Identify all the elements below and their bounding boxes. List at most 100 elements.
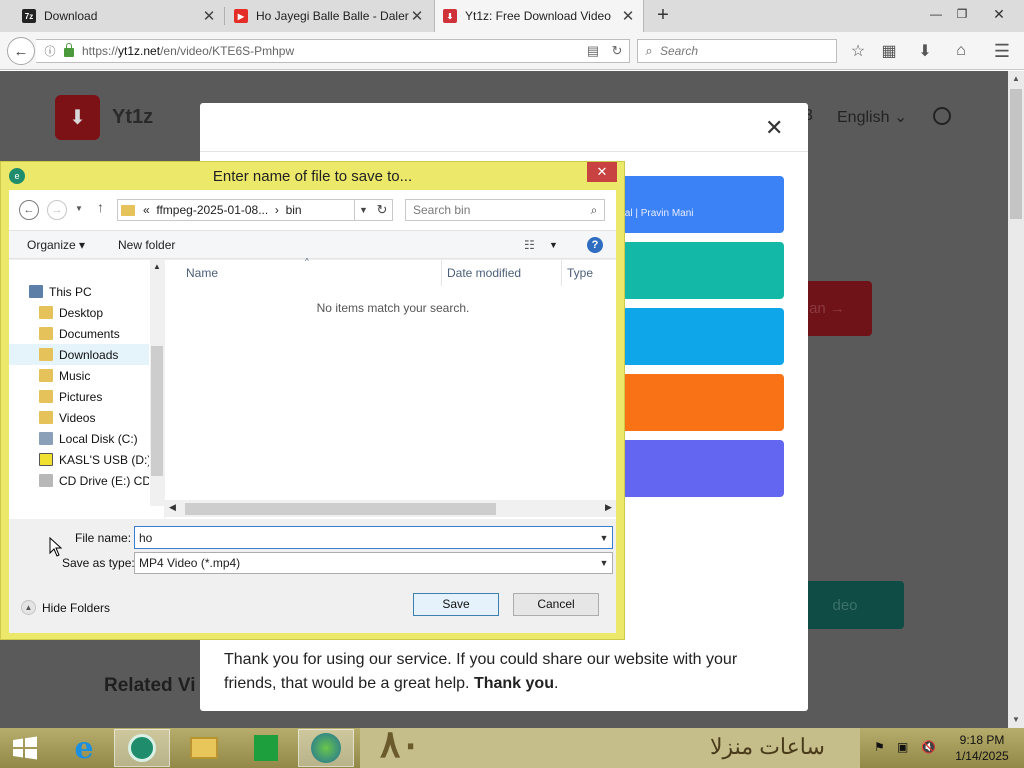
download-option-button-5[interactable] [600, 440, 784, 497]
nav-item-music[interactable]: Music [9, 365, 149, 386]
download-option-button-2[interactable] [600, 242, 784, 299]
navigation-bar: ← ⓘ https://yt1z.net/en/video/KTE6S-Pmhp… [0, 32, 1024, 70]
horizontal-scrollbar[interactable]: ◀ ▶ [165, 500, 616, 517]
scroll-up-icon[interactable]: ▲ [1008, 71, 1024, 87]
clock-time: 9:18 PM [959, 733, 1005, 747]
address-bar[interactable]: ⓘ https://yt1z.net/en/video/KTE6S-Pmhpw … [36, 39, 630, 63]
recent-locations-icon[interactable]: ▼ [75, 204, 83, 213]
scroll-left-icon[interactable]: ◀ [169, 502, 176, 513]
column-header-date-modified[interactable]: Date modified [447, 266, 521, 280]
organize-menu[interactable]: Organize ▾ [27, 238, 85, 252]
youtube-icon: ▶ [234, 9, 248, 23]
system-clock[interactable]: 9:18 PM 1/14/2025 [948, 732, 1016, 764]
dialog-titlebar[interactable]: e Enter name of file to save to... ✕ [1, 162, 624, 190]
browser-app-icon [128, 734, 156, 762]
nav-item-desktop[interactable]: Desktop [9, 302, 149, 323]
nav-pane-scrollbar[interactable]: ▲ [150, 260, 164, 506]
help-icon[interactable]: ? [587, 237, 603, 253]
view-options-icon[interactable]: ☷ [524, 238, 535, 252]
browser-taskbar-button[interactable] [114, 729, 170, 767]
maximize-button[interactable]: ❐ [947, 0, 977, 28]
view-dropdown-icon[interactable]: ▼ [549, 240, 558, 250]
back-button[interactable]: ← [7, 37, 35, 65]
nav-item-pictures[interactable]: Pictures [9, 386, 149, 407]
close-window-button[interactable]: ✕ [984, 0, 1014, 28]
save-type-select[interactable]: MP4 Video (*.mp4) ▼ [134, 552, 613, 574]
modal-close-icon[interactable]: ✕ [765, 115, 783, 141]
nav-item-usb-drive[interactable]: KASL'S USB (D:) [9, 449, 149, 470]
home-icon[interactable]: ⌂ [950, 40, 972, 62]
dialog-title: Enter name of file to save to... [212, 168, 413, 185]
browser-search-input[interactable]: ⌕ Search [637, 39, 837, 63]
nav-item-videos[interactable]: Videos [9, 407, 149, 428]
close-tab-icon[interactable]: ✕ [621, 7, 635, 25]
info-icon[interactable]: ⓘ [42, 43, 58, 59]
navigation-pane: This PC Desktop Documents Downloads Musi… [9, 260, 164, 519]
nav-item-cd-drive[interactable]: CD Drive (E:) CDF [9, 470, 149, 491]
action-center-flag-icon[interactable]: ⚑ [874, 740, 885, 754]
page-scrollbar[interactable]: ▲ ▼ [1008, 71, 1024, 728]
network-icon[interactable]: ▣ [897, 740, 908, 754]
sort-ascending-icon: ^ [305, 257, 309, 266]
tab-youtube[interactable]: ▶ Ho Jayegi Balle Balle - Daler ✕ [226, 0, 432, 32]
breadcrumb[interactable]: « ffmpeg-2025-01-08... › bin ▼ ↻ [117, 199, 393, 221]
nav-item-downloads[interactable]: Downloads [9, 344, 149, 365]
new-folder-button[interactable]: New folder [118, 238, 175, 252]
column-header-name[interactable]: Name [186, 266, 218, 280]
cancel-button[interactable]: Cancel [513, 593, 599, 616]
scroll-down-icon[interactable]: ▼ [1008, 712, 1024, 728]
menu-icon[interactable]: ☰ [991, 40, 1013, 62]
site-name[interactable]: Yt1z [112, 106, 153, 129]
refresh-icon[interactable]: ↻ [372, 202, 392, 218]
nav-item-local-disk[interactable]: Local Disk (C:) [9, 428, 149, 449]
chevron-down-icon[interactable]: ▼ [596, 533, 612, 543]
nav-item-this-pc[interactable]: This PC [9, 281, 149, 302]
site-logo-icon[interactable]: ⬇ [55, 95, 100, 140]
drive-icon [39, 432, 53, 445]
tab-bar: 7z Download ✕ ▶ Ho Jayegi Balle Balle - … [0, 0, 1024, 32]
close-tab-icon[interactable]: ✕ [410, 7, 424, 25]
new-tab-button[interactable]: + [652, 4, 674, 26]
url-text[interactable]: https://yt1z.net/en/video/KTE6S-Pmhpw [82, 44, 581, 58]
dialog-close-button[interactable]: ✕ [587, 162, 617, 182]
breadcrumb-folder[interactable]: ffmpeg-2025-01-08... [156, 203, 268, 217]
dialog-search-input[interactable]: Search bin ⌕ [405, 199, 605, 221]
store-button[interactable] [238, 729, 294, 767]
bookmark-star-icon[interactable]: ☆ [847, 40, 869, 62]
tab-yt1z[interactable]: ⬇ Yt1z: Free Download Video ✕ [434, 0, 644, 32]
reload-icon[interactable]: ↻ [605, 43, 629, 59]
folder-icon [39, 327, 53, 340]
hide-folders-button[interactable]: ▲ Hide Folders [21, 600, 110, 615]
column-header-type[interactable]: Type [567, 266, 593, 280]
close-tab-icon[interactable]: ✕ [202, 7, 216, 25]
forward-arrow-icon[interactable]: → [47, 200, 67, 220]
volume-muted-icon[interactable]: 🔇 [921, 740, 936, 754]
file-explorer-button[interactable] [176, 729, 232, 767]
usb-drive-icon [39, 453, 53, 466]
empty-message: No items match your search. [316, 301, 470, 315]
breadcrumb-current[interactable]: bin [286, 203, 302, 217]
reader-view-icon[interactable]: ▤ [581, 43, 605, 59]
download-option-button-4[interactable] [600, 374, 784, 431]
save-button[interactable]: Save [413, 593, 499, 616]
language-selector[interactable]: English ⌄ [837, 107, 907, 127]
download-option-button-1[interactable]: tal | Pravin Mani [600, 176, 784, 233]
download-option-button-3[interactable] [600, 308, 784, 365]
internet-explorer-icon: e [74, 730, 94, 766]
start-button[interactable] [0, 729, 50, 767]
up-arrow-icon[interactable]: ↑ [97, 199, 104, 215]
internet-explorer-button[interactable]: e [56, 729, 112, 767]
scroll-right-icon[interactable]: ▶ [605, 502, 612, 513]
file-name-input[interactable]: ho ▼ [134, 526, 613, 549]
nav-item-documents[interactable]: Documents [9, 323, 149, 344]
back-arrow-icon[interactable]: ← [19, 200, 39, 220]
related-videos-heading: Related Vi [104, 675, 196, 696]
tab-download[interactable]: 7z Download ✕ [14, 0, 224, 32]
chevron-down-icon[interactable]: ▼ [596, 558, 612, 568]
downloads-icon[interactable]: ⬇ [914, 40, 936, 62]
theme-toggle-icon[interactable] [933, 107, 951, 125]
bookmarks-list-icon[interactable]: ▦ [878, 40, 900, 62]
download-manager-button[interactable] [298, 729, 354, 767]
chevron-down-icon[interactable]: ▼ [354, 200, 372, 220]
folder-icon [39, 390, 53, 403]
